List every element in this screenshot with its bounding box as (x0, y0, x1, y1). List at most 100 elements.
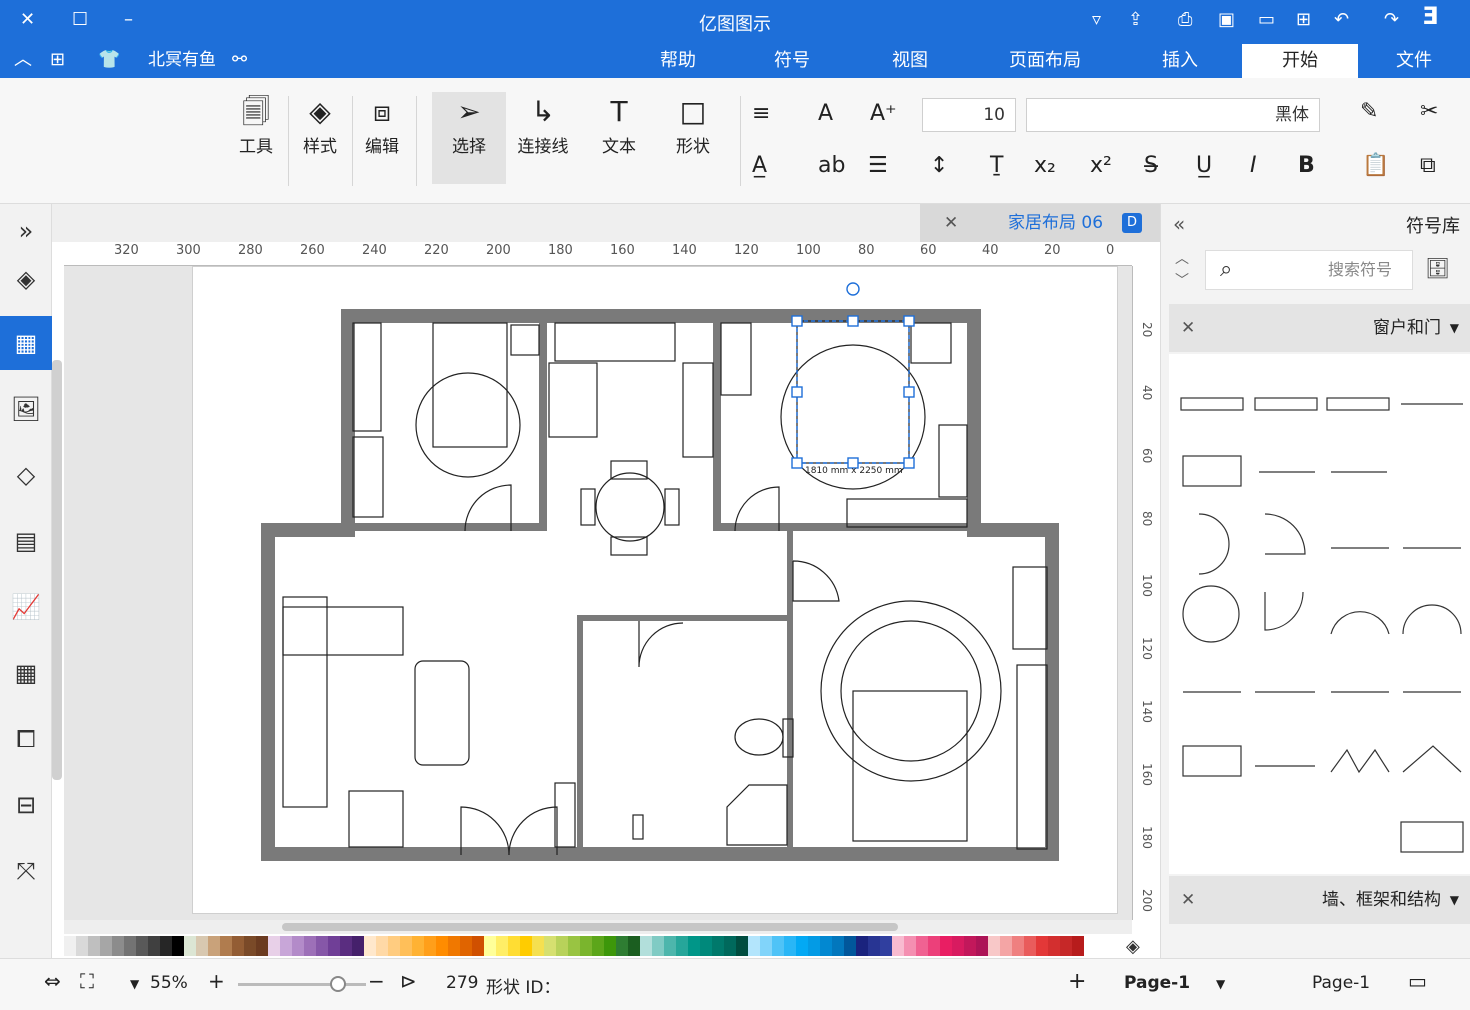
color-swatch[interactable] (544, 936, 556, 956)
color-swatch[interactable] (928, 936, 940, 956)
color-swatch[interactable] (964, 936, 976, 956)
collapse-panel-icon[interactable]: « (1173, 212, 1185, 236)
color-swatch[interactable] (52, 936, 64, 956)
document-icon[interactable]: ▤ (0, 514, 52, 568)
page-tab[interactable]: Page-1 (1124, 973, 1190, 993)
color-swatch[interactable] (988, 936, 1000, 956)
dropdown-icon[interactable]: ▿ (1092, 10, 1101, 30)
edit-button[interactable]: ⧈ 编辑 (356, 92, 408, 184)
color-swatch[interactable] (1060, 936, 1072, 956)
color-swatch[interactable] (76, 936, 88, 956)
color-swatch[interactable] (388, 936, 400, 956)
color-swatch[interactable] (580, 936, 592, 956)
color-palette[interactable] (52, 934, 1160, 958)
paragraph-align-icon[interactable]: ≡ (752, 102, 770, 126)
color-swatch[interactable] (64, 936, 76, 956)
user-name[interactable]: 北冥有鱼 (148, 50, 216, 70)
select-button[interactable]: ➢ 选择 (432, 92, 506, 184)
tab-insert[interactable]: 插入 (1140, 44, 1220, 78)
mind-map-icon[interactable]: ⤧ (0, 844, 52, 898)
color-swatch[interactable] (364, 936, 376, 956)
plugin-icon[interactable]: ⧠ (0, 712, 52, 766)
font-family-field[interactable]: 黑体 (1026, 98, 1320, 132)
zoom-in-icon[interactable]: + (208, 969, 225, 993)
color-swatch[interactable] (916, 936, 928, 956)
increase-font-icon[interactable]: A⁺ (870, 102, 897, 126)
library-manage-icon[interactable]: 🗄 (1425, 256, 1450, 280)
symbol-grid[interactable] (1169, 354, 1470, 874)
style-button[interactable]: ◈ 样式 (294, 92, 346, 184)
fullscreen-icon[interactable]: ⛶ (80, 969, 94, 993)
floor-plan[interactable]: 1810 mm x 2250 mm (193, 267, 1119, 915)
zoom-dropdown-icon[interactable]: ▼ (130, 977, 139, 991)
format-painter-icon[interactable]: ✎ (1360, 100, 1378, 124)
color-swatch[interactable] (772, 936, 784, 956)
page-view-icon[interactable]: ▭ (1408, 969, 1427, 993)
collapse-arrow-icon[interactable]: ▼ (1450, 304, 1459, 352)
collapse-arrow-icon[interactable]: ▼ (1450, 876, 1459, 924)
cut-icon[interactable]: ✂ (1420, 100, 1438, 124)
highlight-icon[interactable]: ab (818, 154, 845, 178)
color-swatch[interactable] (904, 936, 916, 956)
share-icon[interactable]: ⚯ (232, 50, 247, 70)
close-tab-icon[interactable]: ✕ (944, 204, 958, 242)
color-swatch[interactable] (784, 936, 796, 956)
vertical-scrollbar[interactable] (52, 360, 62, 780)
color-swatch[interactable] (436, 936, 448, 956)
color-swatch[interactable] (664, 936, 676, 956)
line-spacing-icon[interactable]: ↕ (930, 154, 948, 178)
color-swatch[interactable] (1024, 936, 1036, 956)
decrease-font-icon[interactable]: A (818, 102, 833, 126)
color-swatch[interactable] (412, 936, 424, 956)
font-color-icon[interactable]: A̲ (752, 154, 767, 178)
zoom-out-icon[interactable]: − (368, 969, 385, 993)
scroll-down-icon[interactable]: ﹀ (1175, 270, 1189, 290)
add-page-icon[interactable]: + (1068, 969, 1086, 994)
drawing-canvas[interactable]: 1810 mm x 2250 mm (64, 266, 1132, 920)
color-swatch[interactable] (628, 936, 640, 956)
redo-icon[interactable]: ↷ (1384, 10, 1399, 30)
close-section-icon[interactable]: ✕ (1181, 876, 1195, 924)
color-swatch[interactable] (712, 936, 724, 956)
color-swatch[interactable] (1072, 936, 1084, 956)
color-swatch[interactable] (796, 936, 808, 956)
shape-button[interactable]: □ 形状 (664, 92, 722, 184)
color-swatch[interactable] (568, 936, 580, 956)
tab-page-layout[interactable]: 页面布局 (990, 44, 1100, 78)
tab-symbols[interactable]: 符号 (752, 44, 832, 78)
horizontal-scrollbar[interactable] (64, 920, 1132, 934)
color-swatch[interactable] (472, 936, 484, 956)
expand-panel-icon[interactable]: » (0, 204, 52, 258)
color-swatch[interactable] (100, 936, 112, 956)
color-swatch[interactable] (172, 936, 184, 956)
color-swatch[interactable] (652, 936, 664, 956)
color-swatch[interactable] (616, 936, 628, 956)
color-swatch[interactable] (844, 936, 856, 956)
scrollbar-thumb[interactable] (282, 923, 898, 931)
color-swatch[interactable] (736, 936, 748, 956)
color-swatch[interactable] (196, 936, 208, 956)
scroll-up-icon[interactable]: ︿ (1175, 248, 1189, 268)
color-swatch[interactable] (976, 936, 988, 956)
strikethrough-icon[interactable]: S̶ (1144, 154, 1158, 178)
save-icon[interactable]: ▣ (1218, 10, 1235, 30)
document-tab[interactable]: ✕ 家居布局 06 D (920, 204, 1160, 242)
color-swatch[interactable] (688, 936, 700, 956)
color-swatch[interactable] (856, 936, 868, 956)
zoom-slider-thumb[interactable] (330, 976, 346, 992)
color-swatch[interactable] (292, 936, 304, 956)
paste-icon[interactable]: 📋 (1362, 154, 1389, 178)
color-swatch[interactable] (748, 936, 760, 956)
color-swatch[interactable] (148, 936, 160, 956)
color-swatch[interactable] (604, 936, 616, 956)
subscript-icon[interactable]: x₂ (1034, 154, 1056, 178)
color-swatch[interactable] (1036, 936, 1048, 956)
color-swatch[interactable] (676, 936, 688, 956)
export-icon[interactable]: ⇪ (1128, 10, 1143, 30)
italic-icon[interactable]: I (1250, 154, 1257, 178)
page-dropdown-icon[interactable]: ▼ (1216, 977, 1225, 991)
zoom-slider[interactable] (238, 983, 366, 986)
text-button[interactable]: T 文本 (590, 92, 648, 184)
color-swatch[interactable] (376, 936, 388, 956)
symbol-thumbnails[interactable] (1169, 354, 1470, 874)
